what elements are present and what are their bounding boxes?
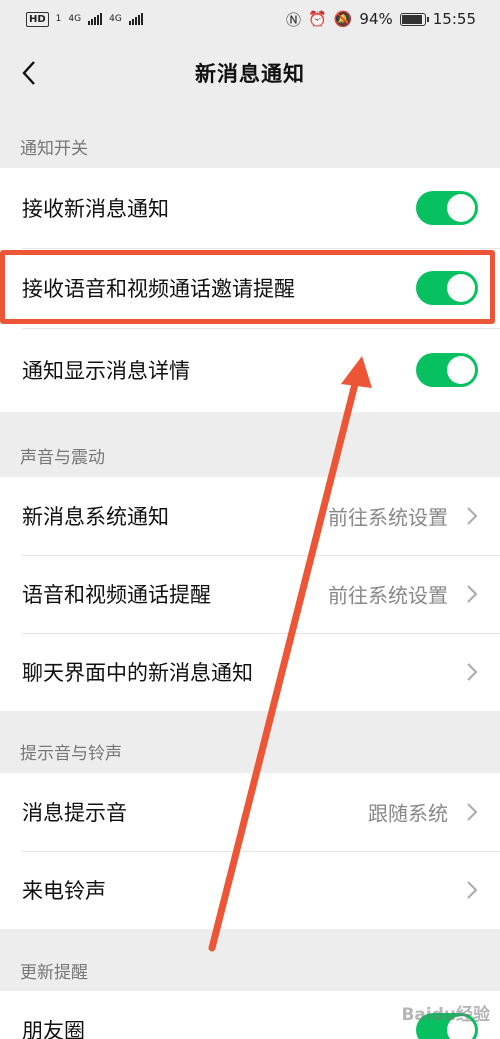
section-label-update: 更新提醒 xyxy=(20,963,88,983)
group-tone: 消息提示音 跟随系统 来电铃声 xyxy=(0,773,500,929)
watermark: Baidu经验 xyxy=(401,1005,490,1025)
toggle-knob xyxy=(447,356,475,384)
row-in-chat-notification[interactable]: 聊天界面中的新消息通知 xyxy=(0,633,500,711)
network-type-1: 4G xyxy=(68,14,82,24)
chevron-right-icon xyxy=(467,585,478,603)
chevron-right-icon xyxy=(467,663,478,681)
row-show-message-details[interactable]: 通知显示消息详情 xyxy=(0,328,500,412)
section-label-tone: 提示音与铃声 xyxy=(20,744,122,764)
row-call-reminder[interactable]: 语音和视频通话提醒 前往系统设置 xyxy=(0,555,500,633)
chevron-left-icon xyxy=(22,61,35,85)
battery-icon xyxy=(399,12,429,26)
battery-percent: 94% xyxy=(359,10,393,28)
mute-icon: 🔕 xyxy=(333,10,353,28)
signal-icon-2 xyxy=(128,13,143,25)
show-message-details-toggle[interactable] xyxy=(416,353,478,387)
row-system-notification[interactable]: 新消息系统通知 前往系统设置 xyxy=(0,477,500,555)
network-type-2: 4G xyxy=(109,14,122,24)
nav-bar: 新消息通知 xyxy=(0,38,500,108)
receive-new-message-toggle[interactable] xyxy=(416,191,478,225)
group-sound-vibration: 新消息系统通知 前往系统设置 语音和视频通话提醒 前往系统设置 聊天界面中的新消… xyxy=(0,477,500,711)
chevron-right-icon xyxy=(467,881,478,899)
sim-indicator: 1 xyxy=(55,14,62,24)
row-label: 来电铃声 xyxy=(22,879,106,903)
row-value: 前往系统设置 xyxy=(328,583,448,608)
row-value: 跟随系统 xyxy=(368,801,448,826)
row-message-tone[interactable]: 消息提示音 跟随系统 xyxy=(0,773,500,851)
page-title: 新消息通知 xyxy=(195,62,305,86)
back-button[interactable] xyxy=(16,56,42,90)
nfc-icon: Ⓝ xyxy=(286,10,302,29)
signal-icon xyxy=(88,13,103,25)
status-left: HD 1 4G 4G xyxy=(26,11,143,27)
highlight-box xyxy=(0,250,495,324)
row-ringtone[interactable]: 来电铃声 xyxy=(0,851,500,929)
row-receive-new-message[interactable]: 接收新消息通知 xyxy=(0,168,500,248)
row-value: 前往系统设置 xyxy=(328,505,448,530)
row-label: 聊天界面中的新消息通知 xyxy=(22,661,253,685)
hd-badge: HD xyxy=(26,11,49,27)
toggle-knob xyxy=(447,194,475,222)
alarm-icon: ⏰ xyxy=(308,10,327,28)
section-label-sound-vibration: 声音与震动 xyxy=(20,448,105,468)
chevron-right-icon xyxy=(467,507,478,525)
clock: 15:55 xyxy=(432,10,476,28)
section-label-notify-switch: 通知开关 xyxy=(20,139,88,159)
chevron-right-icon xyxy=(467,803,478,821)
status-right: Ⓝ ⏰ 🔕 94% 15:55 xyxy=(286,9,476,30)
status-bar: HD 1 4G 4G Ⓝ ⏰ 🔕 94% 15:55 xyxy=(0,0,500,38)
